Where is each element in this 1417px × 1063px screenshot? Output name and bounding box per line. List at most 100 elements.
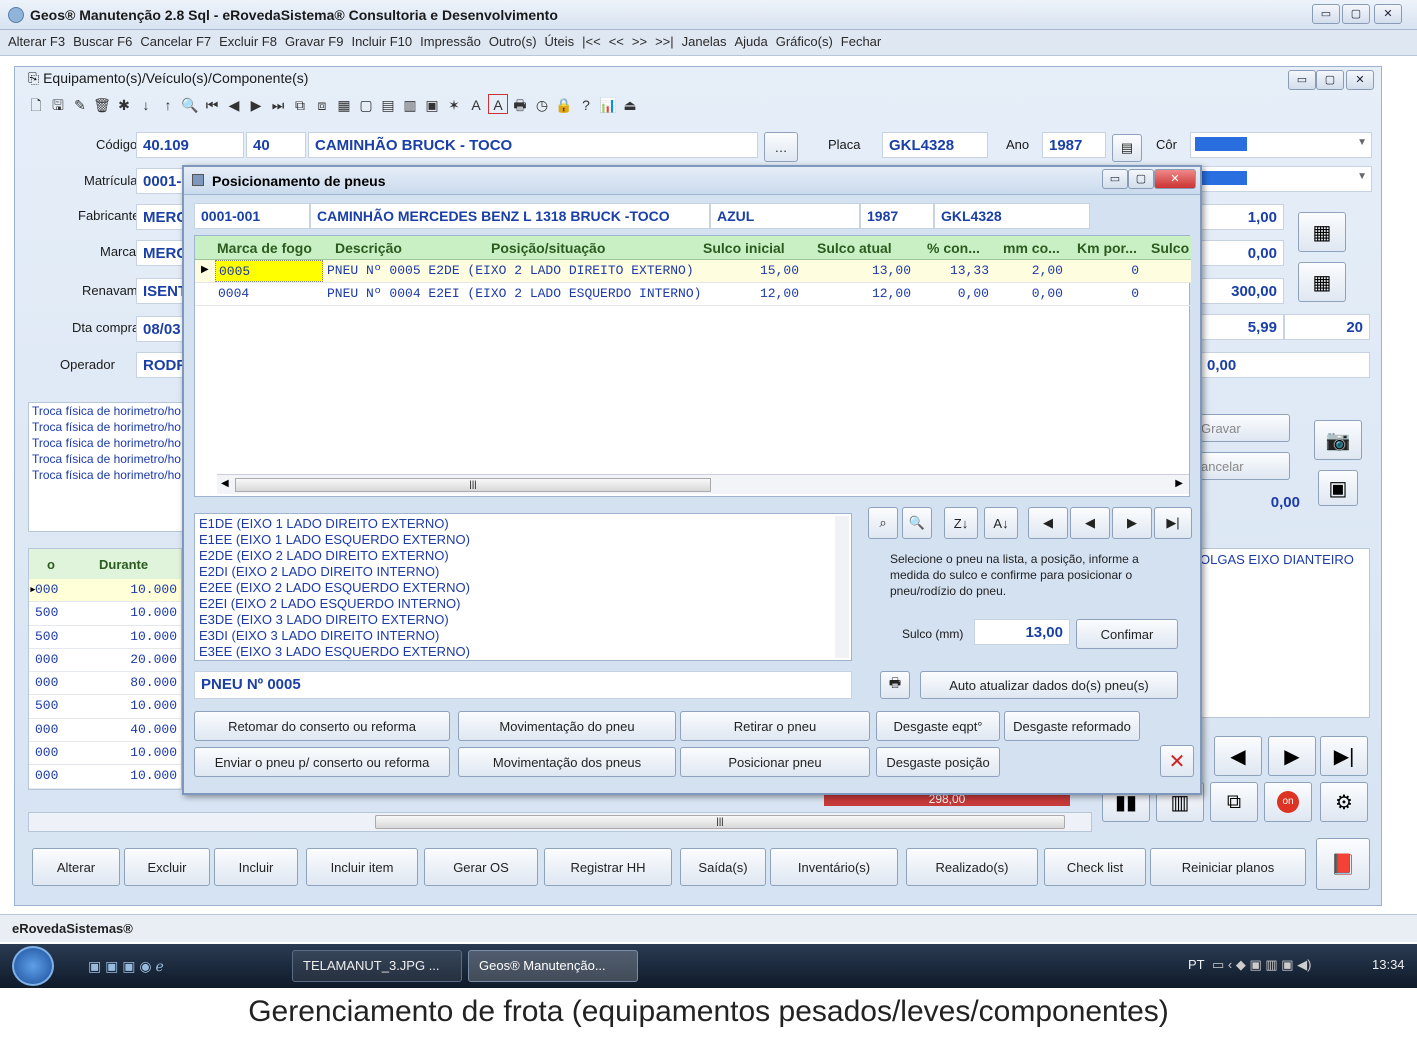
menu-item[interactable]: Gráfico(s) xyxy=(776,30,833,54)
left-grid-row[interactable]: 500 10.000 xyxy=(29,695,181,719)
exit-icon[interactable]: ⏏ xyxy=(620,95,640,115)
clock-icon[interactable]: ◷ xyxy=(532,95,552,115)
highlight-icon[interactable]: A xyxy=(488,94,508,114)
right-value-1[interactable]: 1,00 xyxy=(1200,204,1284,230)
menu-item[interactable]: Incluir F10 xyxy=(351,30,412,54)
position-item[interactable]: E1EE (EIXO 1 LADO ESQUERDO EXTERNO) xyxy=(199,532,847,548)
print-icon[interactable]: 🖶 xyxy=(880,671,910,699)
placa-field[interactable]: GKL4328 xyxy=(882,132,988,158)
left-grid-row[interactable]: 500 10.000 xyxy=(29,602,181,626)
calendar-icon[interactable]: ▥ xyxy=(400,95,420,115)
menu-item[interactable]: Buscar F6 xyxy=(73,30,132,54)
bottom-action-button[interactable]: Incluir xyxy=(214,848,298,886)
left-grid-row[interactable]: 000 10.000 xyxy=(29,765,181,789)
descricao-field[interactable]: CAMINHÃO BRUCK - TOCO xyxy=(308,132,758,158)
dialog-action-button[interactable]: Desgaste posição xyxy=(876,747,1000,777)
matricula-field[interactable]: 0001- xyxy=(136,168,186,194)
sort-desc-icon[interactable]: ↑ xyxy=(158,95,178,115)
marca-field[interactable]: MERC xyxy=(136,240,186,266)
positions-list[interactable]: E1DE (EIXO 1 LADO DIREITO EXTERNO) E1EE (… xyxy=(194,513,852,661)
prev-icon[interactable]: ◀ xyxy=(224,95,244,115)
power-icon[interactable]: on xyxy=(1264,782,1312,822)
last-icon[interactable]: ⏭ xyxy=(268,95,288,115)
lookup-button[interactable]: … xyxy=(764,132,798,162)
close-x-button[interactable]: ✕ xyxy=(1160,745,1194,777)
bottom-action-button[interactable]: Realizado(s) xyxy=(906,848,1038,886)
sort-az-icon[interactable]: A↓ xyxy=(984,507,1018,539)
col-km-por[interactable]: Km por... xyxy=(1077,240,1137,256)
nav-next-icon[interactable]: ▶ xyxy=(1268,736,1316,776)
hscrollbar[interactable]: ||| xyxy=(28,812,1092,832)
position-item[interactable]: E3EE (EIXO 3 LADO ESQUERDO EXTERNO) xyxy=(199,644,847,660)
menu-item[interactable]: Cancelar F7 xyxy=(140,30,211,54)
maximize-icon[interactable]: ▢ xyxy=(1342,4,1370,24)
cancelar-button[interactable]: ancelar xyxy=(1200,452,1290,480)
tire-row[interactable]: ▶ 0005 PNEU Nº 0005 E2DE (EIXO 2 LADO DIRE… xyxy=(195,260,1191,283)
cor-select[interactable]: ▼ xyxy=(1190,132,1372,158)
menu-item[interactable]: Janelas xyxy=(682,30,727,54)
positions-vscroll[interactable] xyxy=(835,516,849,658)
language-indicator[interactable]: PT xyxy=(1188,957,1205,972)
left-grid-row[interactable]: 000 40.000 xyxy=(29,719,181,743)
dialog-action-button[interactable]: Desgaste reformado xyxy=(1004,711,1140,741)
window-icon[interactable]: ▢ xyxy=(356,95,376,115)
wand-icon[interactable]: ✶ xyxy=(444,95,464,115)
codigo-field[interactable]: 40.109 xyxy=(136,132,244,158)
bottom-action-button[interactable]: Check list xyxy=(1044,848,1146,886)
tires-grid[interactable]: Marca de fogo Descrição Posição/situação… xyxy=(194,235,1191,497)
menu-item[interactable]: >>| xyxy=(655,30,674,54)
hscroll-thumb[interactable]: ||| xyxy=(375,815,1065,829)
bottom-action-button[interactable]: Inventário(s) xyxy=(770,848,898,886)
left-grid-row[interactable]: 000 10.000 xyxy=(29,742,181,766)
calendar-button[interactable]: ▤ xyxy=(1112,134,1142,162)
col-posicao[interactable]: Posição/situação xyxy=(491,240,605,256)
camera-icon[interactable]: 📷 xyxy=(1314,420,1362,460)
child-maximize-icon[interactable]: ▢ xyxy=(1316,70,1344,90)
prev-record-icon[interactable]: ◀ xyxy=(1070,507,1110,539)
grid-hscroll-thumb[interactable]: ||| xyxy=(235,478,711,492)
calculator2-icon[interactable]: ▦ xyxy=(1298,262,1346,302)
renavam-field[interactable]: ISENT xyxy=(136,278,186,304)
windows-icon[interactable]: ⧉ xyxy=(1210,782,1258,822)
dialog-close-icon[interactable]: ✕ xyxy=(1154,169,1196,189)
copy-icon[interactable]: ⧉ xyxy=(290,95,310,115)
dialog-action-button[interactable]: Desgaste eqpt° xyxy=(876,711,1000,741)
menu-item[interactable]: << xyxy=(609,30,624,54)
menu-item[interactable]: Fechar xyxy=(841,30,881,54)
book-icon[interactable]: 📕 xyxy=(1316,838,1370,890)
position-item[interactable]: E2EE (EIXO 2 LADO ESQUERDO EXTERNO) xyxy=(199,580,847,596)
position-item[interactable]: E1DE (EIXO 1 LADO DIREITO EXTERNO) xyxy=(199,516,847,532)
right-value-5[interactable]: 0,00 xyxy=(1200,352,1370,378)
cor2-select[interactable]: ▼ xyxy=(1190,166,1372,192)
menu-item[interactable]: Impressão xyxy=(420,30,481,54)
sort-za-icon[interactable]: Z↓ xyxy=(944,507,978,539)
tray-icons[interactable]: ▭ ‹ ◆ ▣ ▥ ▣ ◀) xyxy=(1212,957,1311,973)
menu-item[interactable]: |<< xyxy=(582,30,601,54)
menu-item[interactable]: Úteis xyxy=(545,30,575,54)
col-sulco-atual[interactable]: Sulco atual xyxy=(817,240,892,256)
lock-icon[interactable]: 🔒 xyxy=(554,95,574,115)
operador-field[interactable]: RODR xyxy=(136,352,186,378)
left-grid-row[interactable]: 000 20.000 xyxy=(29,649,181,673)
start-button[interactable] xyxy=(12,946,54,986)
next-icon[interactable]: ▶ xyxy=(246,95,266,115)
right-value-2[interactable]: 0,00 xyxy=(1200,240,1284,266)
child-minimize-icon[interactable]: ▭ xyxy=(1288,70,1316,90)
edit-icon[interactable]: ✎ xyxy=(70,95,90,115)
binoculars-icon[interactable]: ⌕ xyxy=(868,507,898,539)
col-sulco[interactable]: Sulco xyxy=(1151,240,1189,256)
bottom-action-button[interactable]: Incluir item xyxy=(306,848,418,886)
close-icon[interactable]: ✕ xyxy=(1374,4,1402,24)
left-grid-row[interactable]: 000 10.000 ▸ xyxy=(29,579,181,603)
bottom-action-button[interactable]: Alterar xyxy=(32,848,120,886)
menu-item[interactable]: Ajuda xyxy=(734,30,767,54)
help-icon[interactable]: ? xyxy=(576,95,596,115)
print-icon[interactable]: 🖶 xyxy=(510,95,530,115)
position-item[interactable]: E3DI (EIXO 3 LADO DIREITO INTERNO) xyxy=(199,628,847,644)
position-item[interactable]: E2DE (EIXO 2 LADO DIREITO EXTERNO) xyxy=(199,548,847,564)
position-item[interactable]: E2DI (EIXO 2 LADO DIREITO INTERNO) xyxy=(199,564,847,580)
left-grid-row[interactable]: 000 80.000 xyxy=(29,672,181,696)
sulco-input[interactable]: 13,00 xyxy=(974,619,1070,645)
col-perc-con[interactable]: % con... xyxy=(927,240,980,256)
chart-icon[interactable]: 📊 xyxy=(598,95,618,115)
